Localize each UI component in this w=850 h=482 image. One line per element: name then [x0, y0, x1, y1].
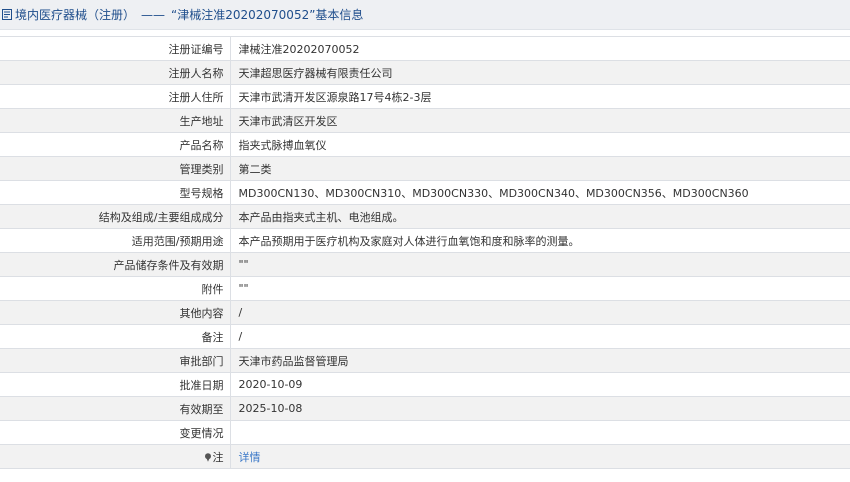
- table-row: 备注 /: [0, 324, 850, 349]
- row-value: "": [230, 276, 850, 301]
- header-record-title: “津械注准20202070052”基本信息: [171, 8, 364, 22]
- table-row: 其他内容 /: [0, 300, 850, 325]
- row-value: [230, 420, 850, 445]
- info-table-body: 注册证编号 津械注准20202070052 注册人名称 天津超思医疗器械有限责任公司注…: [0, 36, 850, 469]
- table-row: 管理类别 第二类: [0, 156, 850, 181]
- row-label: 注册人名称: [0, 60, 231, 85]
- row-value: 本产品预期用于医疗机构及家庭对人体进行血氧饱和度和脉率的测量。: [230, 228, 850, 253]
- row-value-note: 详情: [230, 444, 850, 469]
- row-label: 变更情况: [0, 420, 231, 445]
- table-row: 结构及组成/主要组成成分 本产品由指夹式主机、电池组成。: [0, 204, 850, 229]
- row-value: 天津超思医疗器械有限责任公司: [230, 60, 850, 85]
- row-label: 有效期至: [0, 396, 231, 421]
- row-label: 其他内容: [0, 300, 231, 325]
- table-row: 附件 "": [0, 276, 850, 301]
- document-icon: [2, 9, 12, 20]
- table-row: 生产地址 天津市武清区开发区: [0, 108, 850, 133]
- table-row: 注册人名称 天津超思医疗器械有限责任公司: [0, 60, 850, 85]
- row-value: 本产品由指夹式主机、电池组成。: [230, 204, 850, 229]
- note-label: 注: [212, 450, 224, 464]
- row-label: 结构及组成/主要组成成分: [0, 204, 231, 229]
- row-value: MD300CN130、MD300CN310、MD300CN330、MD300CN…: [230, 180, 850, 205]
- row-value: /: [230, 324, 850, 349]
- row-label: 注册人住所: [0, 84, 231, 109]
- row-label: 产品名称: [0, 132, 231, 157]
- row-label: 附件: [0, 276, 231, 301]
- row-label: 注册证编号: [0, 36, 231, 61]
- table-row: 产品储存条件及有效期 "": [0, 252, 850, 277]
- row-label: 型号规格: [0, 180, 231, 205]
- page-header: 境内医疗器械（注册） —— “津械注准20202070052”基本信息: [0, 0, 850, 30]
- table-row: 变更情况: [0, 420, 850, 445]
- row-value: 第二类: [230, 156, 850, 181]
- row-value: 津械注准20202070052: [230, 36, 850, 61]
- pin-icon: [204, 452, 212, 462]
- header-category: 境内医疗器械（注册）: [15, 8, 136, 22]
- row-label-note: 注: [0, 444, 231, 469]
- row-label: 适用范围/预期用途: [0, 228, 231, 253]
- row-value: 天津市药品监督管理局: [230, 348, 850, 373]
- details-link[interactable]: 详情: [239, 451, 261, 464]
- row-value: /: [230, 300, 850, 325]
- row-label: 管理类别: [0, 156, 231, 181]
- table-row-note: 注 详情: [0, 444, 850, 469]
- table-row: 批准日期 2020-10-09: [0, 372, 850, 397]
- row-label: 生产地址: [0, 108, 231, 133]
- header-separator: ——: [141, 7, 166, 22]
- row-label: 产品储存条件及有效期: [0, 252, 231, 277]
- table-row: 型号规格 MD300CN130、MD300CN310、MD300CN330、MD3…: [0, 180, 850, 205]
- row-value: 指夹式脉搏血氧仪: [230, 132, 850, 157]
- row-label: 审批部门: [0, 348, 231, 373]
- row-value: 天津市武清区开发区: [230, 108, 850, 133]
- table-row: 产品名称 指夹式脉搏血氧仪: [0, 132, 850, 157]
- table-row: 适用范围/预期用途 本产品预期用于医疗机构及家庭对人体进行血氧饱和度和脉率的测量。: [0, 228, 850, 253]
- table-row: 审批部门 天津市药品监督管理局: [0, 348, 850, 373]
- row-value: 2025-10-08: [230, 396, 850, 421]
- row-value: 天津市武清开发区源泉路17号4栋2-3层: [230, 84, 850, 109]
- table-row: 注册人住所 天津市武清开发区源泉路17号4栋2-3层: [0, 84, 850, 109]
- info-table: 注册证编号 津械注准20202070052 注册人名称 天津超思医疗器械有限责任公司注…: [0, 36, 850, 469]
- row-label: 批准日期: [0, 372, 231, 397]
- table-row: 有效期至 2025-10-08: [0, 396, 850, 421]
- row-value: 2020-10-09: [230, 372, 850, 397]
- row-label: 备注: [0, 324, 231, 349]
- table-row: 注册证编号 津械注准20202070052: [0, 36, 850, 61]
- row-value: "": [230, 252, 850, 277]
